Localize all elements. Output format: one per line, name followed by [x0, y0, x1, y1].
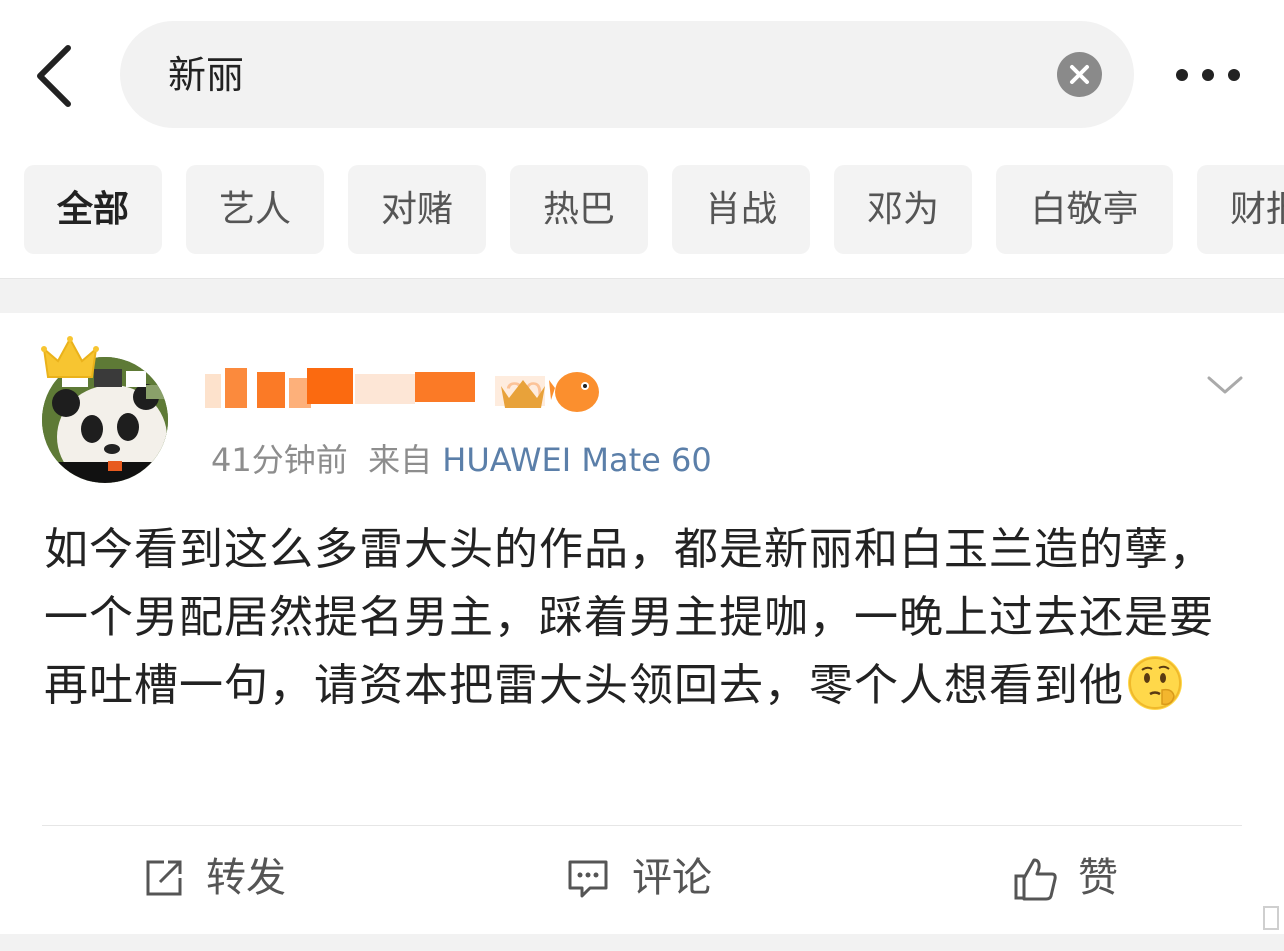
blurred-username: 20: [205, 368, 599, 414]
bottom-gap: [0, 934, 1284, 951]
tab-bet[interactable]: 对赌: [348, 165, 486, 254]
filter-tabs: 全部 艺人 对赌 热巴 肖战 邓为 白敬亭 财报: [0, 165, 1284, 255]
like-button[interactable]: 赞: [1012, 850, 1132, 906]
comment-button[interactable]: 评论: [566, 850, 726, 906]
clear-circle-icon: [1070, 65, 1089, 84]
clear-search-button[interactable]: [1057, 52, 1102, 97]
thinking-face-emoji: [1128, 656, 1182, 710]
post-time: 41分钟前: [211, 441, 348, 479]
post-text: 如今看到这么多雷大头的作品，都是新丽和白玉兰造的孽，一个男配居然提名男主，踩着男…: [44, 524, 1214, 711]
repost-icon: [146, 860, 182, 896]
search-query-text: 新丽: [168, 53, 245, 97]
tab-reba[interactable]: 热巴: [510, 165, 648, 254]
chevron-down-icon[interactable]: [1205, 370, 1245, 400]
post-device[interactable]: HUAWEI Mate 60: [442, 441, 711, 479]
tab-dengwei[interactable]: 邓为: [834, 165, 972, 254]
chevron-left-icon: [37, 45, 71, 107]
username[interactable]: 20: [205, 364, 605, 418]
tab-artists[interactable]: 艺人: [186, 165, 324, 254]
comment-icon: [568, 860, 608, 898]
post-meta: 41分钟前 来自 HUAWEI Mate 60: [211, 438, 712, 482]
top-bar: 新丽: [0, 0, 1284, 150]
repost-button[interactable]: 转发: [142, 850, 302, 906]
watermark-mark: [1263, 906, 1279, 930]
like-label: 赞: [1078, 855, 1118, 901]
actions-divider: [42, 825, 1242, 826]
post-source-prefix: 来自: [368, 441, 433, 479]
more-horizontal-icon: [1176, 69, 1240, 81]
comment-label: 评论: [632, 855, 712, 901]
tab-xiaozhan[interactable]: 肖战: [672, 165, 810, 254]
post-body: 如今看到这么多雷大头的作品，都是新丽和白玉兰造的孽，一个男配居然提名男主，踩着男…: [44, 516, 1244, 720]
crown-icon: [41, 336, 99, 378]
more-options-button[interactable]: [1166, 55, 1250, 95]
avatar-container: [40, 333, 175, 488]
tab-baijingting[interactable]: 白敬亭: [996, 165, 1173, 254]
repost-label: 转发: [206, 855, 286, 901]
search-input[interactable]: 新丽: [120, 21, 1134, 128]
tab-all[interactable]: 全部: [24, 165, 162, 254]
section-gap: [0, 279, 1284, 313]
tab-financial-report[interactable]: 财报: [1197, 165, 1284, 254]
thumbs-up-icon: [1014, 858, 1057, 901]
back-button[interactable]: [28, 38, 88, 114]
